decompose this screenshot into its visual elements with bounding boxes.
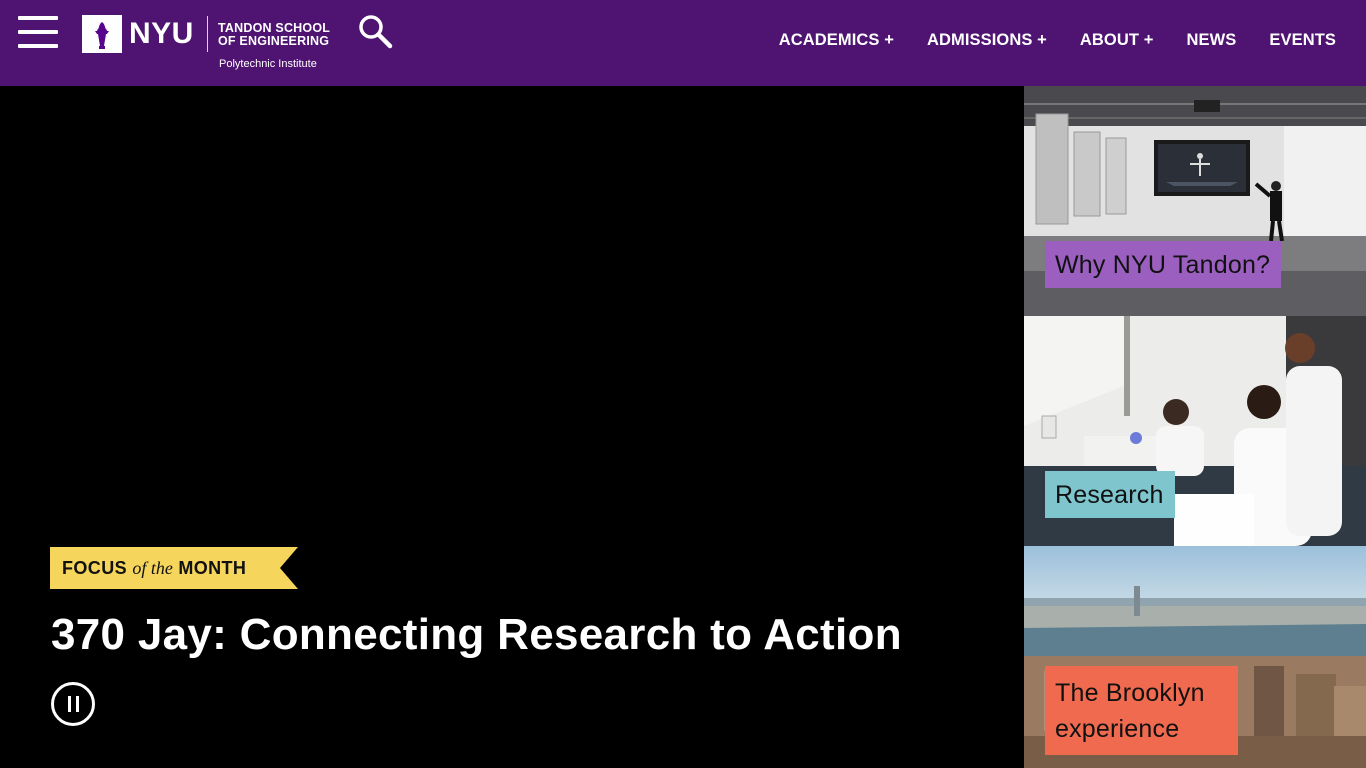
ribbon-of-the: of the [132,558,173,578]
logo-school-name: TANDON SCHOOL OF ENGINEERING [218,22,330,48]
tile-the-brooklyn-experience[interactable]: The Brooklyn experience [1024,546,1366,768]
main-nav: ACADEMICS + ADMISSIONS + ABOUT + NEWS EV… [746,31,1336,50]
hero-title[interactable]: 370 Jay: Connecting Research to Action [51,610,902,660]
logo-divider [207,16,208,52]
hamburger-menu-icon[interactable] [18,16,58,48]
nyu-torch-icon [82,15,122,53]
logo-nyu-text: NYU [129,17,194,50]
nav-about[interactable]: ABOUT + [1080,31,1154,50]
ribbon-month: MONTH [178,558,247,578]
search-icon[interactable] [358,14,394,50]
tile-label-brooklyn: The Brooklyn experience [1045,666,1238,755]
tile-label-research: Research [1045,471,1175,518]
nav-news[interactable]: NEWS [1186,31,1236,50]
logo-subtitle: Polytechnic Institute [219,58,317,70]
nav-admissions[interactable]: ADMISSIONS + [927,31,1047,50]
ribbon-focus: FOCUS [62,558,127,578]
logo-school-line-2: OF ENGINEERING [218,34,330,48]
nav-academics[interactable]: ACADEMICS + [779,31,894,50]
ribbon-text: FOCUS of the MONTH [62,558,246,579]
site-header: NYU TANDON SCHOOL OF ENGINEERING Polytec… [0,0,1366,86]
pause-icon[interactable] [51,682,95,726]
tile-why-nyu-tandon[interactable]: Why NYU Tandon? [1024,86,1366,316]
tile-research[interactable]: Research [1024,316,1366,546]
nav-events[interactable]: EVENTS [1269,31,1336,50]
focus-of-the-month-ribbon: FOCUS of the MONTH [50,547,300,590]
tile-label-why-nyu-tandon: Why NYU Tandon? [1045,241,1282,288]
hero-video[interactable]: FOCUS of the MONTH 370 Jay: Connecting R… [0,86,1024,768]
nyu-tandon-logo[interactable]: NYU TANDON SCHOOL OF ENGINEERING Polytec… [82,14,342,74]
